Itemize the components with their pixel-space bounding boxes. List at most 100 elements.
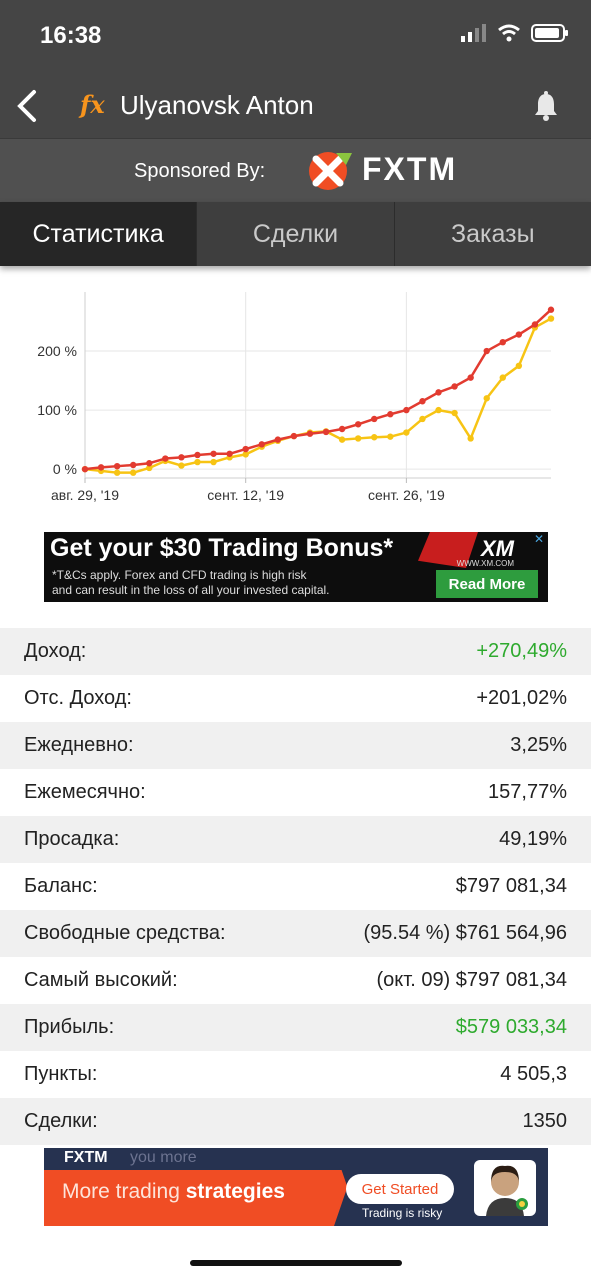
data-point (531, 321, 539, 328)
data-point (419, 398, 426, 405)
status-bar: 16:38 (0, 0, 591, 76)
status-icons (461, 24, 569, 42)
stat-label: Просадка: (24, 828, 120, 850)
ad-headline: Get your $30 Trading Bonus* (50, 534, 394, 562)
ad-close-icon[interactable]: ✕ (532, 532, 546, 546)
data-point (338, 436, 346, 443)
data-point (97, 464, 105, 471)
y-tick-label: 100 % (37, 402, 77, 418)
data-point (451, 383, 458, 390)
data-point (435, 406, 442, 414)
stat-row-trades: Сделки: 1350 (0, 1098, 591, 1145)
back-button[interactable] (10, 84, 50, 128)
stat-value: $797 081,34 (455, 875, 567, 897)
person-icon (486, 1165, 528, 1216)
data-point (113, 462, 121, 470)
data-point (483, 347, 490, 355)
data-point (306, 430, 314, 437)
ad-get-started-button[interactable]: Get Started (346, 1174, 454, 1204)
battery-icon (531, 24, 568, 42)
bell-icon (535, 91, 557, 121)
stat-value: $579 033,34 (455, 1016, 567, 1038)
ad-read-more-button[interactable]: Read More (436, 570, 538, 598)
stat-label: Доход: (24, 640, 87, 662)
notifications-button[interactable] (531, 90, 561, 122)
stat-row-balance: Баланс: $797 081,34 (0, 863, 591, 910)
data-point (451, 409, 458, 417)
stat-label: Ежедневно: (24, 734, 134, 756)
stat-label: Отс. Доход: (24, 687, 132, 709)
stat-value: 4 505,3 (500, 1063, 567, 1085)
data-point (499, 374, 506, 381)
status-time: 16:38 (40, 22, 102, 49)
fx-logo: fx (80, 90, 105, 119)
data-point (483, 395, 490, 402)
ad-banner-top[interactable]: Get your $30 Trading Bonus* *T&Cs apply.… (44, 532, 548, 602)
stat-row-monthly: Ежемесячно: 157,77% (0, 769, 591, 816)
page-title: Ulyanovsk Anton (120, 90, 314, 120)
stat-value: +201,02% (476, 687, 567, 709)
tab-statistics[interactable]: Статистика (0, 202, 197, 266)
stat-value: 1350 (522, 1110, 568, 1132)
data-point (371, 434, 378, 441)
tab-orders[interactable]: Заказы (393, 202, 591, 266)
data-point (435, 389, 442, 396)
data-point (242, 445, 249, 453)
data-point (274, 436, 282, 443)
data-point (499, 338, 506, 346)
growth-chart[interactable]: 0 % 100 % 200 % авг. 29, '19 сент. 12, '19 се… (0, 280, 591, 510)
ad-banner-bottom[interactable]: FXTM you more More trading strategies Ge… (44, 1148, 548, 1226)
chevron-left-icon (17, 90, 36, 122)
x-tick-label: сент. 12, '19 (207, 487, 284, 503)
stat-value: (95.54 %) $761 564,96 (363, 922, 568, 944)
ad-headline-bold: strategies (185, 1180, 285, 1203)
data-point (467, 374, 474, 381)
tab-deals[interactable]: Сделки (196, 202, 393, 266)
signal-icon (461, 24, 486, 42)
ad-fine-print: *T&Cs apply. Forex and CFD trading is hi… (52, 568, 330, 598)
tab-bar: Статистика Сделки Заказы (0, 202, 591, 266)
stat-row-pips: Пункты: 4 505,3 (0, 1051, 591, 1098)
data-point (547, 306, 555, 313)
ad-avatar (474, 1160, 536, 1216)
data-point (387, 433, 394, 440)
series-line (84, 317, 552, 474)
data-point (194, 458, 201, 466)
ad-fine-print-line-2: and can result in the loss of all your i… (52, 583, 330, 597)
data-point (403, 406, 410, 414)
data-point (322, 428, 330, 436)
x-tick-label: авг. 29, '19 (51, 487, 119, 503)
home-indicator[interactable] (190, 1260, 402, 1266)
stat-row-equity: Свободные средства: (95.54 %) $761 564,9… (0, 910, 591, 957)
fxtm-logo-icon (309, 152, 352, 190)
sponsor-bar[interactable]: Sponsored By: FXTM (0, 138, 591, 202)
ad-fine-print-line-1: *T&Cs apply. Forex and CFD trading is hi… (52, 568, 307, 582)
ad-risk-note: Trading is risky (362, 1206, 443, 1220)
stat-label: Самый высокий: (24, 969, 178, 991)
data-point (113, 469, 121, 476)
sponsor-brand: FXTM (362, 151, 458, 187)
ad-teaser: you more (130, 1149, 197, 1166)
data-point (194, 451, 201, 459)
data-point (178, 454, 185, 461)
sponsor-label: Sponsored By: (134, 160, 266, 182)
stat-label: Сделки: (24, 1110, 98, 1132)
ad-url: WWW.XM.COM (456, 559, 514, 568)
data-point (338, 425, 346, 433)
data-point (290, 432, 298, 440)
stat-value: 157,77% (488, 781, 567, 803)
data-point (258, 441, 265, 448)
stat-label: Баланс: (24, 875, 98, 897)
data-point (226, 450, 233, 457)
stat-value: 3,25% (510, 734, 567, 756)
ad-brand: FXTM (64, 1149, 108, 1166)
data-point (130, 469, 137, 476)
stat-value: +270,49% (476, 640, 567, 662)
data-point (515, 331, 523, 338)
data-point (178, 462, 185, 469)
data-point (130, 461, 137, 469)
data-point (515, 362, 523, 370)
stats-table: Доход: +270,49% Отс. Доход: +201,02% Еже… (0, 628, 591, 1145)
series-line (84, 308, 552, 471)
data-point (210, 458, 217, 466)
